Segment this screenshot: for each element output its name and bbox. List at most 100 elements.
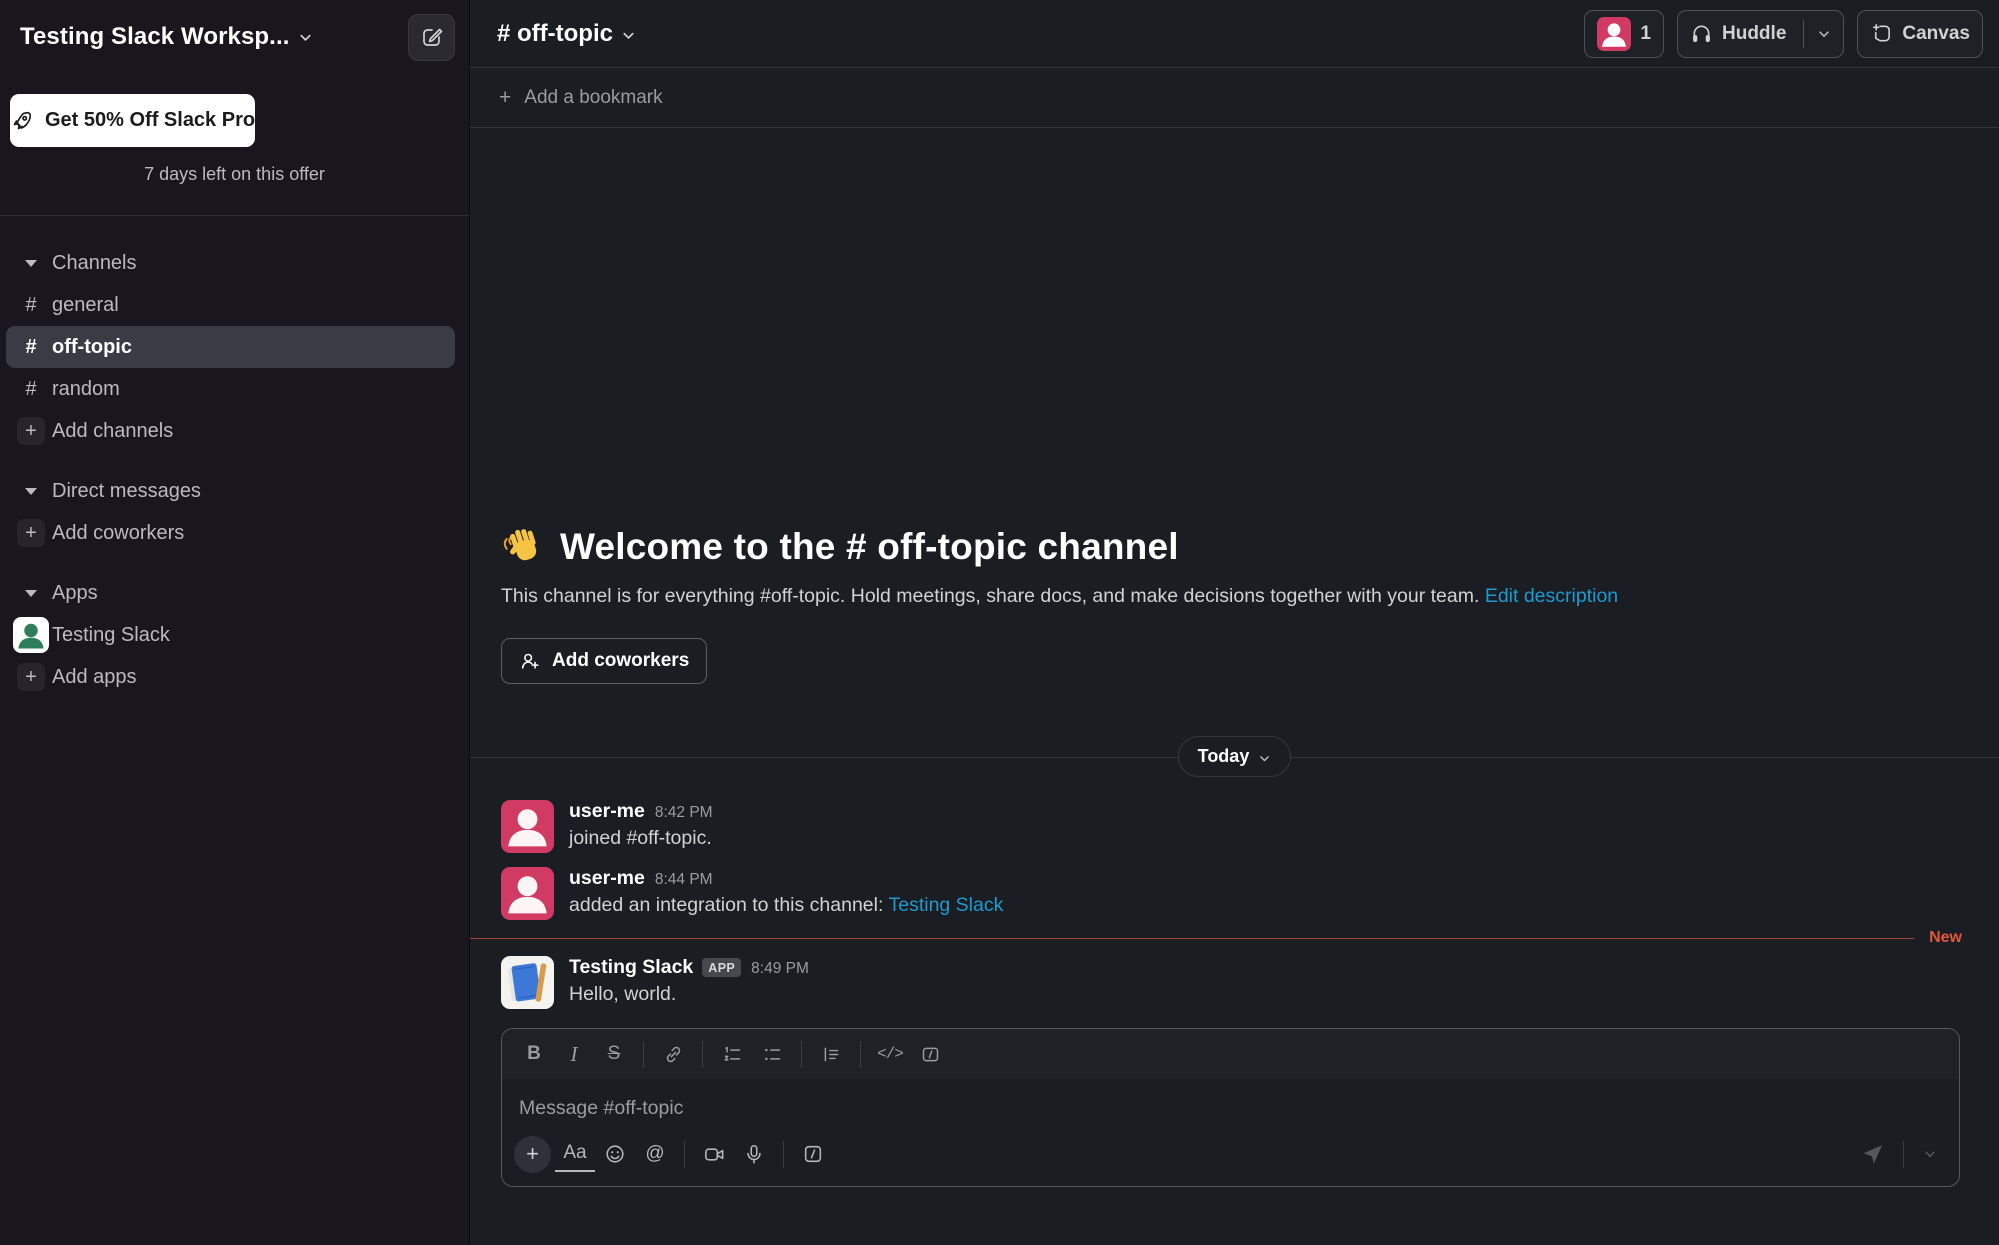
triangle-down-icon [12,260,50,267]
hash-icon: # [12,294,50,317]
message-timestamp[interactable]: 8:49 PM [751,960,809,978]
new-message-button[interactable] [408,14,455,61]
add-coworkers-button[interactable]: Add coworkers [501,638,707,684]
pencil-square-icon [420,25,444,49]
sidebar-item-off-topic[interactable]: # off-topic [6,326,455,368]
channel-title-text: # off-topic [497,20,613,48]
emoji-button[interactable] [595,1136,635,1172]
member-count: 1 [1640,23,1651,45]
sidebar-item-random[interactable]: # random [0,368,469,410]
italic-button[interactable]: I [554,1037,594,1071]
person-plus-icon [519,650,541,672]
add-coworkers-button-sidebar[interactable]: + Add coworkers [0,512,469,554]
channel-name: general [52,294,119,317]
channel-header: # off-topic 1 [470,0,1999,68]
welcome-heading: Welcome to the # off-topic channel [501,524,1968,570]
member-count-button[interactable]: 1 [1584,10,1664,58]
toolbar-divider [643,1041,644,1068]
toolbar-divider [801,1041,802,1068]
huddle-label[interactable]: Huddle [1722,23,1786,45]
offer-days-left: 7 days left on this offer [0,164,469,185]
message-row[interactable]: Testing Slack APP 8:49 PM Hello, world. [470,949,1999,1016]
message-composer: B I S [501,1028,1960,1187]
workspace-name[interactable]: Testing Slack Worksp... [20,23,290,51]
sidebar-item-testing-slack-app[interactable]: Testing Slack [0,614,469,656]
avatar[interactable] [501,800,554,853]
avatar[interactable] [501,867,554,920]
new-messages-divider: New [470,930,1999,946]
channels-section-header[interactable]: Channels [0,242,469,284]
plus-icon: + [12,417,50,445]
message-author[interactable]: user-me [569,867,645,890]
ordered-list-button[interactable] [712,1037,752,1071]
add-apps-button[interactable]: + Add apps [0,656,469,698]
hash-icon: # [12,336,50,359]
send-options-chevron[interactable] [1913,1136,1947,1172]
apps-header-label: Apps [52,582,98,605]
apps-section-header[interactable]: Apps [0,572,469,614]
channel-title-button[interactable]: # off-topic [497,20,636,48]
edit-description-link[interactable]: Edit description [1485,585,1618,607]
bulleted-list-button[interactable] [752,1037,792,1071]
bold-button[interactable]: B [514,1037,554,1071]
strikethrough-button[interactable]: S [594,1037,634,1071]
headphones-icon[interactable] [1690,22,1713,45]
send-icon[interactable] [1852,1136,1894,1172]
audio-button[interactable] [734,1136,774,1172]
message-text: added an integration to this channel: Te… [569,894,1003,917]
message-author[interactable]: user-me [569,800,645,823]
shortcuts-button[interactable] [793,1136,833,1172]
chevron-down-icon [298,30,313,45]
formatting-toolbar: B I S [502,1029,1959,1079]
link-button[interactable] [653,1037,693,1071]
add-bookmark-label: Add a bookmark [524,87,662,109]
canvas-button[interactable]: Canvas [1857,10,1983,58]
hash-icon: # [12,378,50,401]
add-coworkers-button-label: Add coworkers [552,650,689,672]
main-panel: # off-topic 1 [470,0,1999,1245]
video-button[interactable] [694,1136,734,1172]
toolbar-divider [783,1141,784,1168]
add-channels-label: Add channels [52,420,173,443]
sidebar-nav: Channels # general # off-topic # random … [0,216,469,698]
app-badge: APP [702,958,741,977]
message-row[interactable]: user-me 8:42 PM joined #off-topic. [470,793,1999,860]
attach-button[interactable]: + [514,1136,551,1173]
code-block-button[interactable] [910,1037,950,1071]
toolbar-divider [860,1041,861,1068]
channels-header-label: Channels [52,252,137,275]
message-row[interactable]: user-me 8:44 PM added an integration to … [470,860,1999,927]
chevron-down-icon [621,28,636,43]
message-list: user-me 8:42 PM joined #off-topic. [470,793,1999,1016]
app-avatar[interactable] [501,956,554,1009]
message-timestamp[interactable]: 8:44 PM [655,871,713,889]
date-divider: Today [470,736,1999,777]
message-input[interactable]: Message #off-topic [502,1079,1959,1130]
add-channels-button[interactable]: + Add channels [0,410,469,452]
button-divider [1803,20,1804,48]
wave-emoji [501,524,547,570]
mention-button[interactable]: @ [635,1136,675,1172]
text-format-toggle[interactable]: Aa [555,1136,595,1172]
triangle-down-icon [12,590,50,597]
sidebar-item-general[interactable]: # general [0,284,469,326]
blockquote-button[interactable] [811,1037,851,1071]
triangle-down-icon [12,488,50,495]
add-bookmark-bar[interactable]: + Add a bookmark [470,68,1999,128]
huddle-chevron-button[interactable] [1817,27,1831,41]
plus-icon: + [12,663,50,691]
new-divider-label: New [1929,929,1962,947]
message-author[interactable]: Testing Slack [569,956,693,979]
dm-section-header[interactable]: Direct messages [0,470,469,512]
channel-name: random [52,378,120,401]
code-button[interactable]: </> [870,1037,910,1071]
message-text: joined #off-topic. [569,827,713,850]
message-timestamp[interactable]: 8:42 PM [655,804,713,822]
integration-link[interactable]: Testing Slack [888,894,1003,916]
toolbar-divider [684,1141,685,1168]
slack-pro-offer-button[interactable]: Get 50% Off Slack Pro [10,94,255,147]
channel-description: This channel is for everything #off-topi… [501,585,1968,608]
welcome-block: Welcome to the # off-topic channel This … [470,524,1999,608]
date-pill-button[interactable]: Today [1178,736,1292,777]
toolbar-divider [1903,1141,1904,1168]
